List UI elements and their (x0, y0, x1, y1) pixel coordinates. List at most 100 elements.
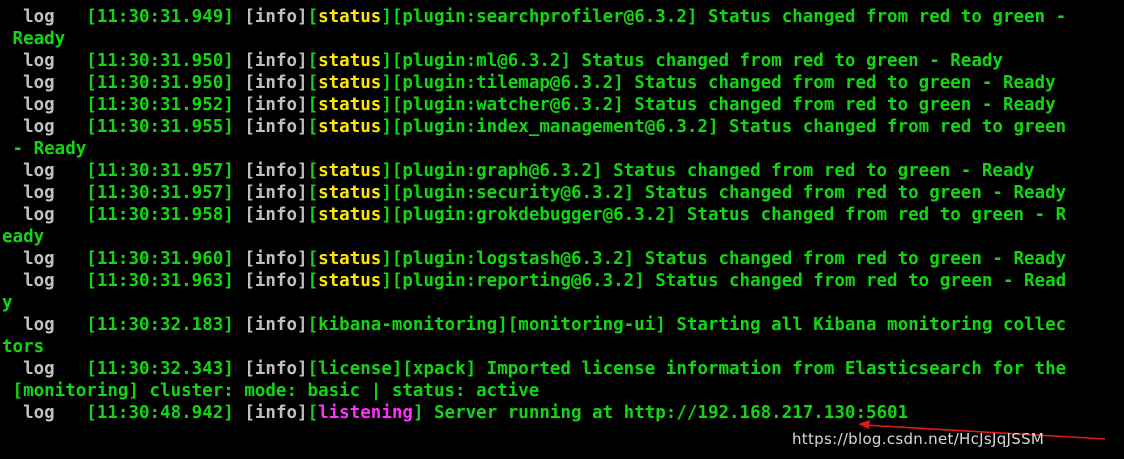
log-segment-green: ][plugin:reporting@6.3.2] Status changed… (381, 271, 1067, 291)
log-segment-gray: log (2, 403, 87, 423)
log-segment-green: [11:30:48.942] (86, 403, 245, 423)
log-segment-green: [11:30:31.958] (86, 205, 245, 225)
log-segment-gray: .. (23, 0, 44, 5)
log-segment-gray: log (2, 205, 87, 225)
log-segment-green: [11:30:31.955] (86, 117, 245, 137)
log-segment-green: [license][xpack] Imported license inform… (307, 359, 1067, 379)
log-line: log [11:30:31.950] [info][status][plugin… (2, 50, 1124, 72)
log-segment-gray: [info] (244, 359, 308, 379)
log-segment-gray: [info] (244, 315, 308, 335)
log-segment-gray: log (2, 315, 87, 335)
log-segment-green: tors (2, 337, 45, 357)
log-segment-green: [ (307, 73, 319, 93)
log-segment-green: ][plugin:grokdebugger@6.3.2] Status chan… (381, 205, 1067, 225)
log-segment-green: [11:30:31.957] (86, 183, 245, 203)
log-segment-gray: [info] (244, 7, 308, 27)
log-line: log [11:30:32.183] [info][kibana-monitor… (2, 314, 1124, 336)
log-segment-green: ][plugin:ml@6.3.2] Status changed from r… (381, 51, 1003, 71)
log-segment-green: ][plugin:logstash@6.3.2] Status changed … (381, 249, 1067, 269)
log-segment-green: [ (307, 249, 319, 269)
log-segment-gray: [info] (244, 51, 308, 71)
log-segment-gray: [info] (244, 95, 308, 115)
log-line: [monitoring] cluster: mode: basic | stat… (2, 380, 1124, 402)
log-line: log [11:30:31.958] [info][status][plugin… (2, 204, 1124, 226)
log-segment-green: [ (307, 205, 319, 225)
log-segment-gray: log (2, 249, 87, 269)
log-segment-magenta: listening (318, 403, 413, 423)
log-segment-gray: log (2, 271, 87, 291)
terminal-output: .. log [11:30:31.949] [info][status][plu… (2, 0, 1124, 424)
log-segment-green: - Ready (2, 139, 87, 159)
log-segment-green: [ (307, 403, 319, 423)
log-segment-gray: [info] (244, 205, 308, 225)
log-segment-green: [ (307, 271, 319, 291)
log-segment-green: eady (2, 227, 45, 247)
log-segment-yellow: status (318, 271, 382, 291)
log-line: log [11:30:31.949] [info][status][plugin… (2, 6, 1124, 28)
log-line: log [11:30:32.343] [info][license][xpack… (2, 358, 1124, 380)
log-segment-gray: [info] (244, 73, 308, 93)
log-segment-green: [monitoring] cluster: mode: basic | stat… (2, 381, 540, 401)
log-segment-gray: [info] (244, 403, 308, 423)
log-segment-green: [ (307, 51, 319, 71)
log-segment-green: [11:30:31.957] (86, 161, 245, 181)
log-segment-gray: [info] (244, 117, 308, 137)
log-segment-yellow: status (318, 117, 382, 137)
log-segment-gray: log (2, 359, 87, 379)
log-segment-yellow: status (318, 73, 382, 93)
log-segment-green: [11:30:31.952] (86, 95, 245, 115)
log-segment-yellow: status (318, 51, 382, 71)
log-segment-yellow: status (318, 7, 382, 27)
log-line: log [11:30:31.960] [info][status][plugin… (2, 248, 1124, 270)
log-segment-green: [11:30:31.950] (86, 73, 245, 93)
log-segment-green: [ (307, 161, 319, 181)
log-line: tors (2, 336, 1124, 358)
log-segment-yellow: status (318, 95, 382, 115)
log-segment-green: ][plugin:searchprofiler@6.3.2] Status ch… (381, 7, 1067, 27)
log-segment-yellow: status (318, 205, 382, 225)
log-segment-gray: [info] (244, 161, 308, 181)
log-segment-gray (2, 0, 23, 5)
log-segment-green: [11:30:32.343] (86, 359, 245, 379)
log-line: log [11:30:31.963] [info][status][plugin… (2, 270, 1124, 292)
log-line: eady (2, 226, 1124, 248)
log-segment-gray: [info] (244, 271, 308, 291)
log-segment-gray: log (2, 117, 87, 137)
log-segment-green: y (2, 293, 13, 313)
log-line: log [11:30:31.957] [info][status][plugin… (2, 182, 1124, 204)
log-line: log [11:30:31.957] [info][status][plugin… (2, 160, 1124, 182)
watermark: https://blog.csdn.net/HcJsJqJSSM (792, 430, 1045, 448)
log-segment-gray: log (2, 7, 87, 27)
log-segment-green: ][plugin:tilemap@6.3.2] Status changed f… (381, 73, 1056, 93)
log-segment-gray: log (2, 95, 87, 115)
log-segment-green: [11:30:31.950] (86, 51, 245, 71)
log-segment-green: ][plugin:index_management@6.3.2] Status … (381, 117, 1067, 137)
terminal-window[interactable]: .. log [11:30:31.949] [info][status][plu… (0, 0, 1124, 459)
log-segment-gray: log (2, 51, 87, 71)
log-line: log [11:30:31.955] [info][status][plugin… (2, 116, 1124, 138)
log-segment-green: [ (307, 117, 319, 137)
log-segment-green: [11:30:31.963] (86, 271, 245, 291)
log-segment-green: [ (307, 95, 319, 115)
log-segment-green: [11:30:31.949] (86, 7, 245, 27)
log-segment-green: [ (307, 7, 319, 27)
log-segment-yellow: status (318, 161, 382, 181)
log-line: log [11:30:31.950] [info][status][plugin… (2, 72, 1124, 94)
log-segment-green: ][plugin:graph@6.3.2] Status changed fro… (381, 161, 1035, 181)
log-segment-gray: log (2, 73, 87, 93)
log-segment-yellow: status (318, 249, 382, 269)
log-segment-green: ] Server running at http://192.168.217.1… (412, 403, 909, 423)
log-line: Ready (2, 28, 1124, 50)
log-line: log [11:30:31.952] [info][status][plugin… (2, 94, 1124, 116)
log-segment-green: [ (307, 183, 319, 203)
log-segment-gray: log (2, 161, 87, 181)
log-segment-green: [kibana-monitoring][monitoring-ui] Start… (307, 315, 1067, 335)
log-segment-gray: log (2, 183, 87, 203)
log-line: - Ready (2, 138, 1124, 160)
log-segment-green: Ready (2, 29, 66, 49)
log-segment-green: ][plugin:watcher@6.3.2] Status changed f… (381, 95, 1056, 115)
log-segment-green: ][plugin:security@6.3.2] Status changed … (381, 183, 1067, 203)
log-segment-green: [11:30:32.183] (86, 315, 245, 335)
log-segment-gray: [info] (244, 183, 308, 203)
log-segment-green: [11:30:31.960] (86, 249, 245, 269)
